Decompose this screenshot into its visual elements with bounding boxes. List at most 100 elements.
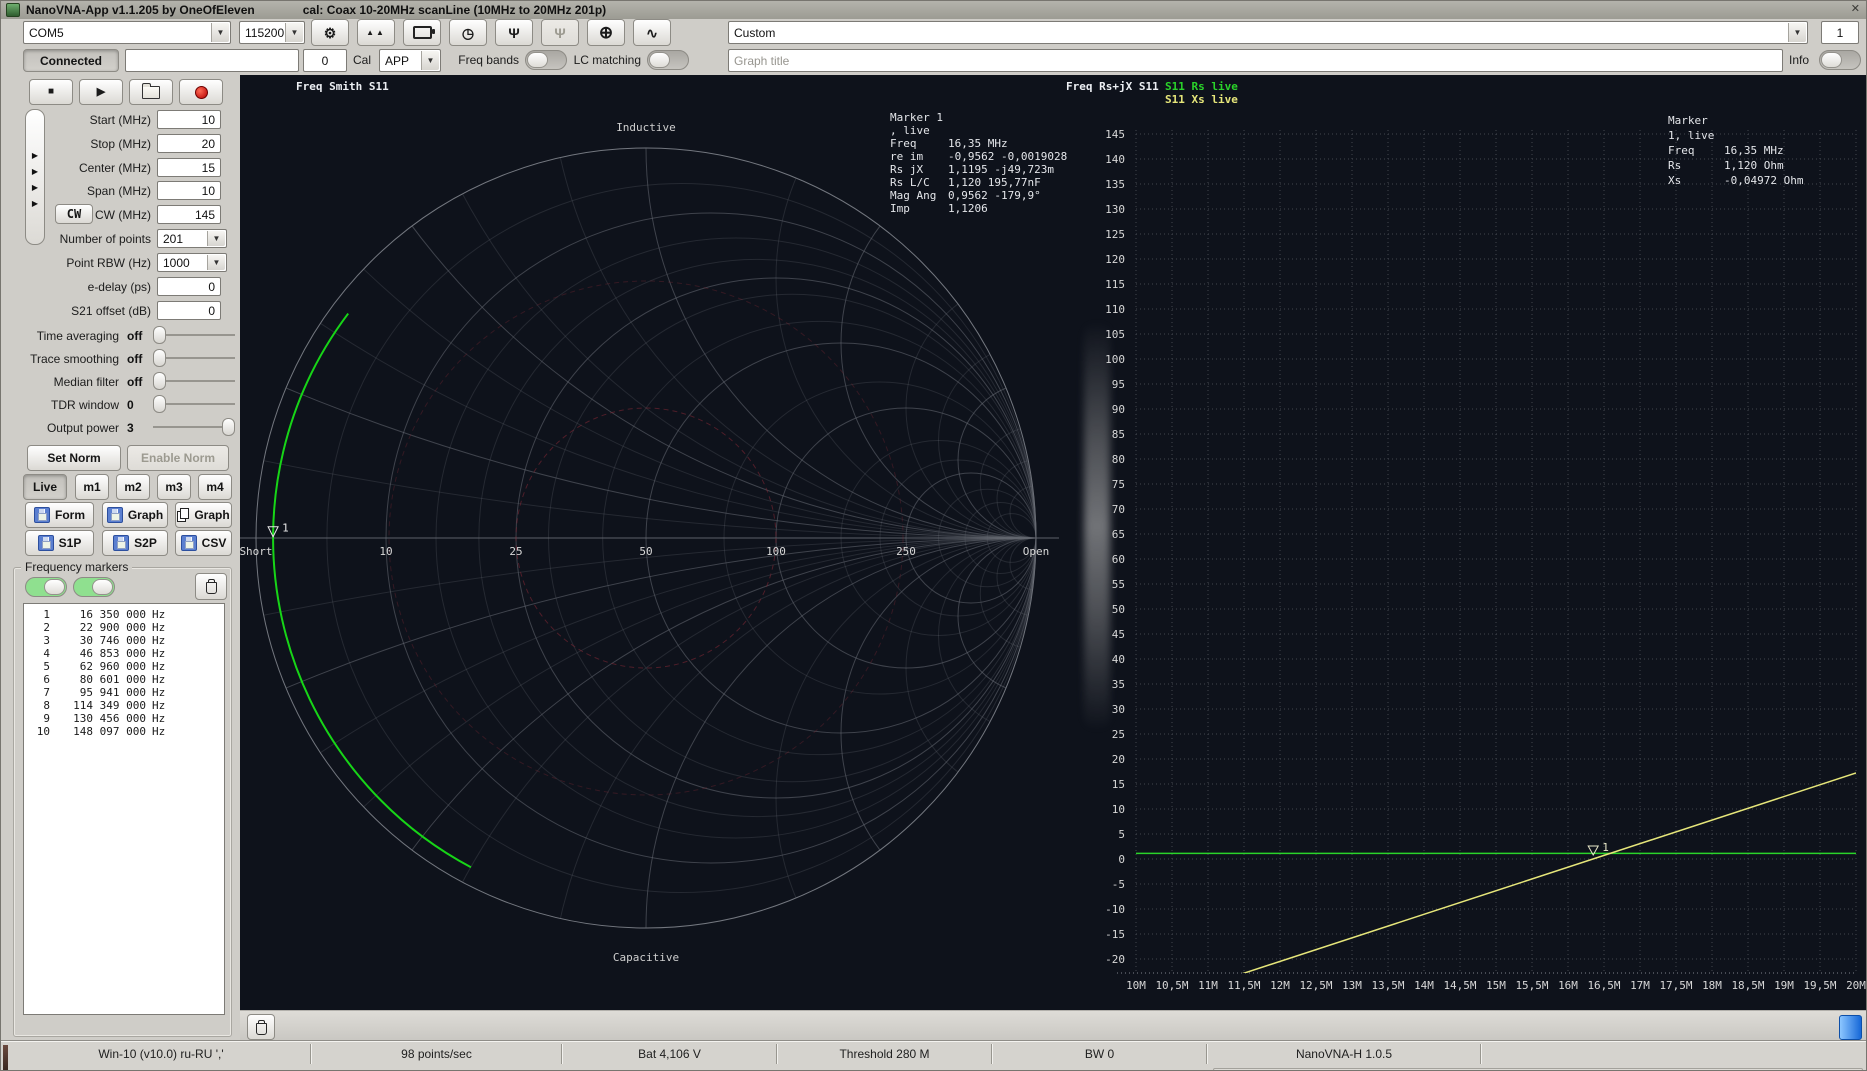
marker-row[interactable]: 9 130 456 000 Hz	[24, 712, 224, 725]
svg-text:60: 60	[1112, 553, 1125, 566]
trace-smoothing-slider[interactable]	[153, 349, 235, 367]
memory-m1-button[interactable]: m1	[75, 474, 109, 500]
clear-traces-button[interactable]	[247, 1014, 275, 1040]
start-input[interactable]	[157, 110, 221, 129]
center-input[interactable]	[157, 158, 221, 177]
arrows-up-button[interactable]: ▲▲	[357, 19, 395, 46]
export-s2p-button[interactable]: S2P	[102, 530, 168, 556]
address-input[interactable]	[125, 49, 299, 72]
scroll-handle[interactable]	[1839, 1015, 1862, 1040]
close-icon[interactable]: ✕	[1851, 2, 1860, 15]
svg-text:-20: -20	[1105, 953, 1125, 966]
smith-chart-svg[interactable]: Short 10 25 50 100 250 Open Inductive Capacitive…	[240, 75, 1059, 1010]
marker-row[interactable]: 1 16 350 000 Hz	[24, 608, 224, 621]
marker-row[interactable]: 4 46 853 000 Hz	[24, 647, 224, 660]
trash-icon	[255, 1019, 268, 1035]
freq-bands-toggle[interactable]	[525, 50, 567, 70]
info-toggle[interactable]	[1819, 50, 1861, 70]
marker-2-toggle[interactable]	[73, 577, 115, 597]
battery-button[interactable]	[403, 19, 441, 46]
smith-chart-header: Freq Smith S11	[296, 80, 389, 93]
frequency-marker-list[interactable]: 1 16 350 000 Hz 2 22 900 000 Hz 3 30 746 000 Hz 4…	[23, 603, 225, 1015]
span-label: Span (MHz)	[86, 184, 151, 198]
title-bar[interactable]: NanoVNA-App v1.1.205 by OneOfEleven cal:…	[1, 1, 1866, 19]
stop-button[interactable]: ■	[29, 79, 73, 105]
floppy-icon	[180, 535, 197, 551]
points-select[interactable]: 201 ▼	[157, 229, 227, 248]
save-graph-button[interactable]: Graph	[102, 502, 168, 528]
median-filter-slider[interactable]	[153, 372, 235, 390]
play-button[interactable]: ▶	[79, 79, 123, 105]
band-preset-strip[interactable]: ▶ ▶ ▶ ▶	[25, 109, 45, 245]
baud-rate-select[interactable]: 115200 ▼	[239, 21, 305, 44]
usb-connection-button[interactable]: Ψ	[495, 19, 533, 46]
slider-thumb[interactable]	[153, 372, 166, 390]
memory-m2-button[interactable]: m2	[116, 474, 150, 500]
output-power-slider[interactable]	[153, 418, 235, 436]
svg-text:Short: Short	[240, 545, 273, 558]
marker-row[interactable]: 10 148 097 000 Hz	[24, 725, 224, 738]
svg-text:110: 110	[1105, 303, 1125, 316]
waveform-button[interactable]: ∿	[633, 19, 671, 46]
cal-mode-value: APP	[385, 53, 410, 68]
connected-button[interactable]: Connected	[23, 49, 119, 72]
memory-live-label: Live	[32, 480, 57, 494]
svg-text:19,5M: 19,5M	[1803, 979, 1836, 992]
slider-thumb[interactable]	[153, 349, 166, 367]
crosshair-button[interactable]: ⊕	[587, 19, 625, 46]
marker-info-row: Imp 1,1206	[890, 202, 988, 215]
rsjx-chart-svg[interactable]: 1451401351301251201151101051009590858075…	[1059, 75, 1867, 1010]
tdr-window-slider[interactable]	[153, 395, 235, 413]
export-s2p-label: S2P	[134, 536, 157, 550]
stop-input[interactable]	[157, 134, 221, 153]
svg-text:115: 115	[1105, 278, 1125, 291]
battery-icon	[412, 26, 435, 39]
legend-rs[interactable]: S11 Rs live	[1165, 80, 1238, 93]
marker-row[interactable]: 5 62 960 000 Hz	[24, 660, 224, 673]
set-norm-button[interactable]: Set Norm	[27, 445, 121, 471]
copy-graph-button[interactable]: Graph	[175, 502, 232, 528]
open-folder-button[interactable]	[129, 79, 173, 105]
floppy-icon	[37, 535, 54, 551]
memory-live-button[interactable]: Live	[23, 474, 67, 500]
save-form-button[interactable]: Form	[25, 502, 94, 528]
marker-row[interactable]: 8 114 349 000 Hz	[24, 699, 224, 712]
graph-title-input[interactable]	[728, 49, 1783, 72]
marker-row[interactable]: 3 30 746 000 Hz	[24, 634, 224, 647]
export-csv-button[interactable]: CSV	[175, 530, 232, 556]
span-input[interactable]	[157, 181, 221, 200]
status-bar: Win-10 (v10.0) ru-RU ',' 98 points/sec B…	[1, 1041, 1866, 1070]
com-port-select[interactable]: COM5 ▼	[23, 21, 231, 44]
export-s1p-button[interactable]: S1P	[25, 530, 94, 556]
offset-input[interactable]	[303, 49, 347, 72]
marker-row[interactable]: 6 80 601 000 Hz	[24, 673, 224, 686]
chart-bottom-bar	[240, 1010, 1866, 1042]
edelay-input[interactable]	[157, 277, 221, 296]
slider-thumb[interactable]	[222, 418, 235, 436]
smith-marker-1[interactable]: 1	[267, 522, 289, 538]
rbw-select[interactable]: 1000 ▼	[157, 253, 227, 272]
timer-button[interactable]: ◷	[449, 19, 487, 46]
cw-input[interactable]	[157, 205, 221, 224]
legend-xs[interactable]: S11 Xs live	[1165, 93, 1238, 106]
preset-select[interactable]: Custom ▼	[728, 21, 1808, 44]
marker-row[interactable]: 7 95 941 000 Hz	[24, 686, 224, 699]
lc-matching-toggle[interactable]	[647, 50, 689, 70]
save-form-label: Form	[55, 508, 85, 522]
settings-button[interactable]: ⚙	[311, 19, 349, 46]
time-averaging-slider[interactable]	[153, 326, 235, 344]
screen-number-input[interactable]	[1821, 21, 1859, 44]
status-battery: Bat 4,106 V	[638, 1047, 701, 1061]
s21-offset-input[interactable]	[157, 301, 221, 320]
svg-text:100: 100	[1105, 353, 1125, 366]
marker-row[interactable]: 2 22 900 000 Hz	[24, 621, 224, 634]
delete-markers-button[interactable]	[195, 573, 227, 600]
slider-thumb[interactable]	[153, 326, 166, 344]
slider-thumb[interactable]	[153, 395, 166, 413]
memory-m3-button[interactable]: m3	[157, 474, 191, 500]
memory-m4-button[interactable]: m4	[198, 474, 232, 500]
record-button[interactable]	[179, 79, 223, 105]
marker-1-toggle[interactable]	[25, 577, 67, 597]
cal-mode-select[interactable]: APP ▼	[379, 49, 441, 72]
usb-disabled-icon: Ψ	[554, 24, 566, 41]
